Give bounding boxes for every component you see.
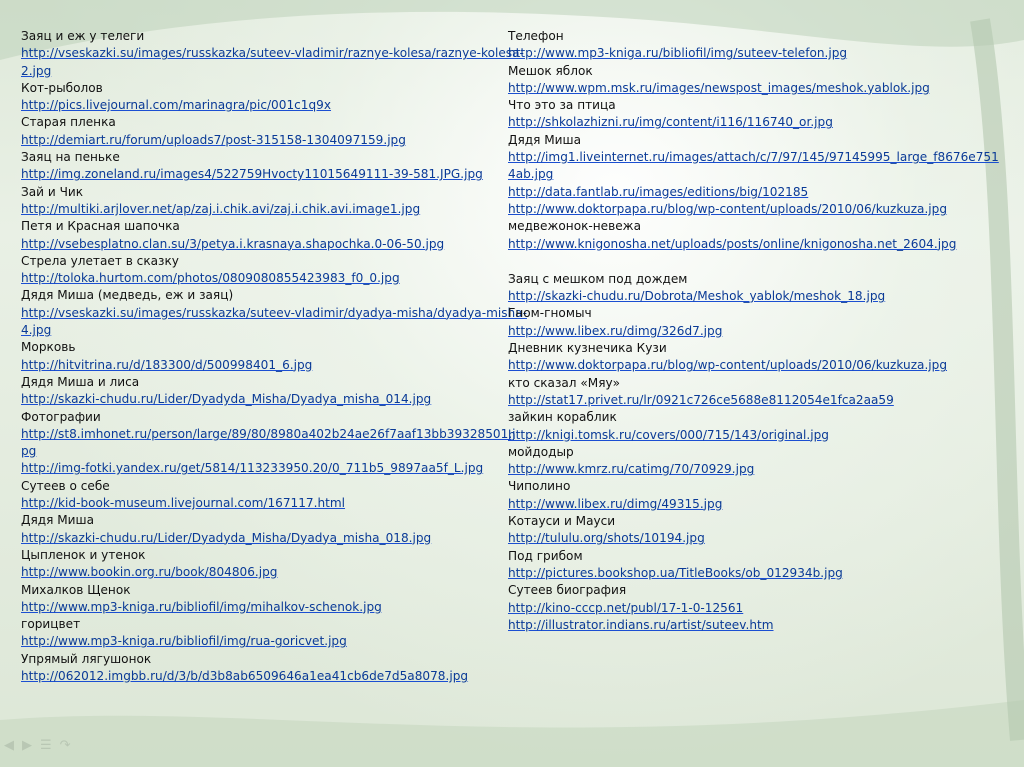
source-link[interactable]: pg: [21, 443, 516, 460]
item-title: Цыпленок и утенок: [21, 547, 146, 562]
source-link[interactable]: http://vsebesplatno.clan.su/3/petya.i.kr…: [21, 236, 516, 253]
item-title: кто сказал «Мяу»: [508, 375, 621, 390]
item-title: Сутеев биография: [508, 583, 627, 598]
item-title: Морковь: [21, 340, 76, 355]
source-link[interactable]: http://www.mp3-kniga.ru/bibliofil/img/ru…: [21, 633, 516, 650]
content-panel: Заяц и еж у телеги http://vseskazki.su/im…: [14, 28, 1014, 728]
item-title: Котауси и Мауси: [508, 514, 616, 529]
source-link[interactable]: 2.jpg: [21, 63, 516, 80]
item-title: Михалков Щенок: [21, 582, 131, 597]
item-title: медвежонок-невежа: [508, 219, 641, 234]
item-title: Дядя Миша и лиса: [21, 374, 140, 389]
item-title: Заяц с мешком под дождем: [508, 271, 688, 286]
item-title: Старая пленка: [21, 115, 116, 130]
item-title: Стрела улетает в сказку: [21, 253, 179, 268]
source-link[interactable]: http://www.knigonosha.net/uploads/posts/…: [508, 236, 1008, 253]
source-link[interactable]: http://illustrator.indians.ru/artist/sut…: [508, 617, 1008, 634]
item-title: Дядя Миша: [508, 132, 581, 147]
source-link[interactable]: http://www.bookin.org.ru/book/804806.jpg: [21, 564, 516, 581]
source-link[interactable]: http://skazki-chudu.ru/Lider/Dyadyda_Mis…: [21, 530, 516, 547]
source-link[interactable]: http://multiki.arjlover.net/ap/zaj.i.chi…: [21, 201, 516, 218]
source-link[interactable]: http://kid-book-museum.livejournal.com/1…: [21, 495, 516, 512]
source-link[interactable]: http://www.doktorpapa.ru/blog/wp-content…: [508, 201, 1008, 218]
source-link[interactable]: http://www.mp3-kniga.ru/bibliofil/img/su…: [508, 45, 1008, 62]
source-link[interactable]: http://kino-cccp.net/publ/17-1-0-12561: [508, 600, 1008, 617]
source-link[interactable]: http://vseskazki.su/images/russkazka/sut…: [21, 305, 527, 322]
source-link[interactable]: http://vseskazki.su/images/russkazka/sut…: [21, 45, 524, 62]
source-link[interactable]: http://pictures.bookshop.ua/TitleBooks/o…: [508, 565, 1008, 582]
source-link[interactable]: http://www.libex.ru/dimg/326d7.jpg: [508, 323, 1008, 340]
source-link[interactable]: http://www.doktorpapa.ru/blog/wp-content…: [508, 357, 1008, 374]
source-link[interactable]: http://062012.imgbb.ru/d/3/b/d3b8ab65096…: [21, 668, 516, 685]
item-title: Дневник кузнечика Кузи: [508, 341, 667, 356]
item-title: Заяц и еж у телеги: [21, 29, 145, 43]
source-link[interactable]: 4ab.jpg: [508, 166, 1008, 183]
source-link[interactable]: http://img1.liveinternet.ru/images/attac…: [508, 149, 1008, 166]
source-link[interactable]: 4.jpg: [21, 322, 516, 339]
item-title: Что это за птица: [508, 98, 616, 113]
left-column: Заяц и еж у телеги http://vseskazki.su/im…: [21, 28, 527, 685]
source-link[interactable]: http://shkolazhizni.ru/img/content/i116/…: [508, 114, 1008, 131]
arrow-right-icon[interactable]: ▶: [22, 738, 32, 753]
item-title: Мешок яблок: [508, 63, 593, 78]
source-link[interactable]: http://img-fotki.yandex.ru/get/5814/1132…: [21, 460, 516, 477]
item-title: Фотографии: [21, 409, 101, 424]
item-title: Под грибом: [508, 548, 583, 563]
source-link[interactable]: http://stat17.privet.ru/lr/0921c726ce568…: [508, 392, 1008, 409]
source-link[interactable]: http://pics.livejournal.com/marinagra/pi…: [21, 97, 516, 114]
item-title: зайкин кораблик: [508, 410, 617, 425]
item-title: Чиполино: [508, 479, 571, 494]
item-title: Заяц на пеньке: [21, 150, 120, 165]
source-link[interactable]: http://toloka.hurtom.com/photos/08090808…: [21, 270, 516, 287]
menu-icon[interactable]: ☰: [40, 738, 52, 753]
item-title: Дядя Миша: [21, 513, 94, 528]
source-link[interactable]: http://demiart.ru/forum/uploads7/post-31…: [21, 132, 516, 149]
source-link[interactable]: http://www.wpm.msk.ru/images/newspost_im…: [508, 80, 1008, 97]
source-link[interactable]: http://knigi.tomsk.ru/covers/000/715/143…: [508, 427, 1008, 444]
item-title: горицвет: [21, 617, 81, 632]
source-link[interactable]: http://www.mp3-kniga.ru/bibliofil/img/mi…: [21, 599, 516, 616]
item-title: мойдодыр: [508, 444, 574, 459]
item-title: Сутеев о себе: [21, 478, 110, 493]
item-title: Дядя Миша (медведь, еж и заяц): [21, 288, 234, 303]
arrow-left-icon[interactable]: ◀: [4, 738, 14, 753]
item-title: Кот-рыболов: [21, 80, 103, 95]
item-title: Телефон: [508, 29, 564, 43]
item-title: Упрямый лягушонок: [21, 651, 152, 666]
redo-icon[interactable]: ↷: [60, 738, 71, 753]
source-link[interactable]: http://img.zoneland.ru/images4/522759Hvo…: [21, 166, 516, 183]
source-link[interactable]: http://www.libex.ru/dimg/49315.jpg: [508, 496, 1008, 513]
right-column: Телефон http://www.mp3-kniga.ru/bibliofil…: [508, 28, 1008, 634]
item-title: Гном-гномыч: [508, 306, 592, 321]
item-title: Петя и Красная шапочка: [21, 219, 180, 234]
source-link[interactable]: http://skazki-chudu.ru/Lider/Dyadyda_Mis…: [21, 391, 516, 408]
source-link[interactable]: http://hitvitrina.ru/d/183300/d/50099840…: [21, 357, 516, 374]
source-link[interactable]: http://tululu.org/shots/10194.jpg: [508, 530, 1008, 547]
source-link[interactable]: http://www.kmrz.ru/catimg/70/70929.jpg: [508, 461, 1008, 478]
source-link[interactable]: http://skazki-chudu.ru/Dobrota/Meshok_ya…: [508, 288, 1008, 305]
source-link[interactable]: http://data.fantlab.ru/images/editions/b…: [508, 184, 1008, 201]
source-link[interactable]: http://st8.imhonet.ru/person/large/89/80…: [21, 426, 516, 443]
item-title: Зай и Чик: [21, 184, 84, 199]
slide-navigation: ◀ ▶ ☰ ↷: [4, 738, 71, 753]
